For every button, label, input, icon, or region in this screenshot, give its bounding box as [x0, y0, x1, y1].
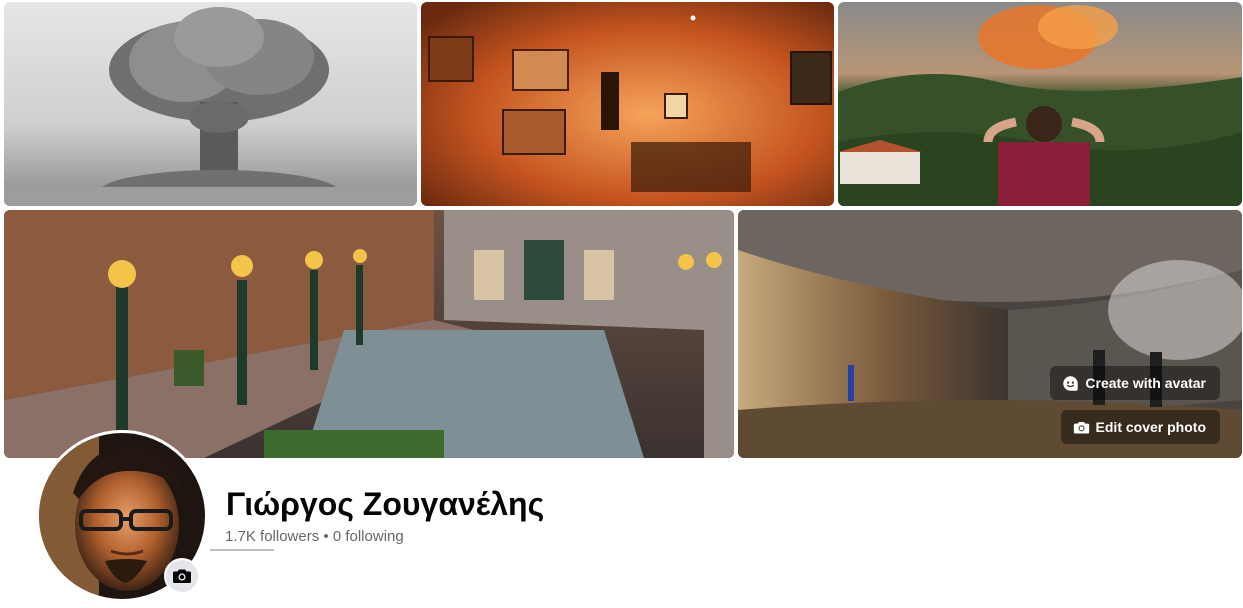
mushroom-cloud-photo [4, 2, 417, 206]
followers-link[interactable]: 1.7K followers [225, 528, 319, 545]
camera-icon [173, 569, 191, 583]
stats-separator: • [323, 528, 329, 545]
create-with-avatar-button[interactable]: Create with avatar [1050, 366, 1220, 400]
profile-name: Γιώργος Ζουγανέλης [226, 486, 545, 522]
update-profile-picture-button[interactable] [164, 558, 200, 594]
avatar-icon [1063, 375, 1079, 391]
underground-cafe-photo [421, 2, 834, 206]
profile-stats: 1.7K followers • 0 following [225, 528, 404, 545]
edit-cover-photo-button[interactable]: Edit cover photo [1060, 410, 1220, 444]
edit-cover-photo-label: Edit cover photo [1095, 419, 1206, 435]
lamp-lit-street-photo [4, 210, 734, 458]
following-link[interactable]: 0 following [333, 528, 404, 545]
create-with-avatar-label: Create with avatar [1085, 375, 1206, 391]
forest-fire-photo [838, 2, 1242, 206]
camera-icon [1073, 421, 1089, 433]
cover-photo-collage: Create with avatar Edit cover photo [4, 0, 1242, 460]
divider [210, 549, 274, 551]
